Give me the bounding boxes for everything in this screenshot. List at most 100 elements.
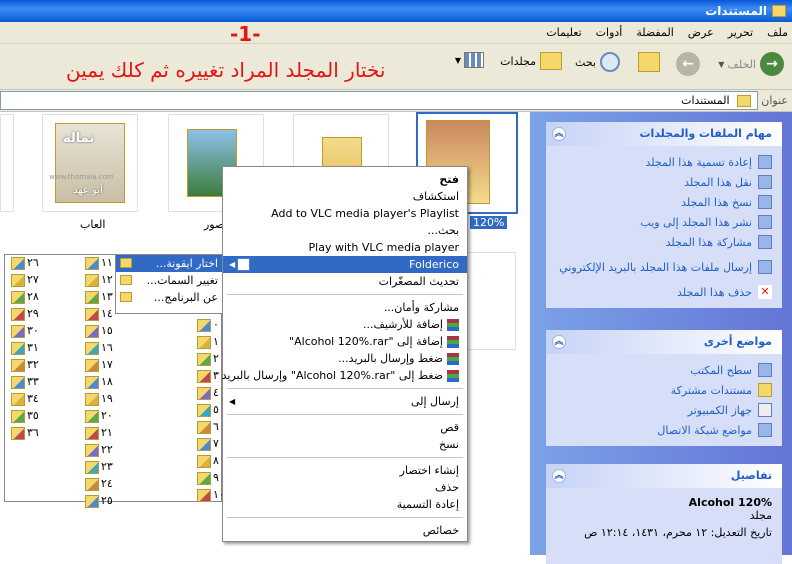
task-publish-web[interactable]: نشر هذا المجلد إلى ويب (554, 212, 772, 232)
collapse-icon: ︽ (552, 127, 566, 141)
menu-vlc-play[interactable]: Play with VLC media player (223, 239, 467, 256)
panel-header[interactable]: مواضع أخرى ︽ (546, 330, 782, 354)
label: إضافة إلى "Alcohol 120%.rar" (289, 335, 443, 348)
label: ضغط وإرسال بالبريد... (338, 352, 443, 365)
menu-sharing[interactable]: مشاركة وأمان... (223, 299, 467, 316)
watermark-site: www.thomala.com (49, 173, 114, 181)
submenu-change-theme[interactable]: تغيير السمات... (116, 272, 222, 289)
grid-icon-cell[interactable]: ٢٧ (9, 272, 45, 289)
grid-icon-cell[interactable]: ١٣ (83, 289, 119, 306)
menu-copy[interactable]: نسخ (223, 436, 467, 453)
menu-folderico[interactable]: Folderico ◀ (223, 256, 467, 273)
grid-icon-cell[interactable]: ٢٢ (83, 442, 119, 459)
grid-icon-cell[interactable]: ١٨ (83, 374, 119, 391)
menu-open[interactable]: فتح (223, 171, 467, 188)
grid-icon-cell[interactable]: ٣٦ (9, 425, 45, 442)
menu-help[interactable]: تعليمات (546, 26, 581, 39)
menu-add-archive[interactable]: إضافة للأرشيف... (223, 316, 467, 333)
menu-favorites[interactable]: المفضلة (636, 26, 673, 39)
delete-icon: ✕ (758, 285, 772, 299)
grid-icon-cell[interactable]: ٢١ (83, 425, 119, 442)
menu-add-rar[interactable]: إضافة إلى "Alcohol 120%.rar" (223, 333, 467, 350)
grid-icon-number: ١٥ (101, 324, 113, 337)
label: مستندات مشتركة (670, 383, 752, 397)
grid-icon-number: ٢١ (101, 426, 113, 439)
panel-header[interactable]: تفاصيل ︽ (546, 464, 782, 488)
grid-icon-cell[interactable]: ٣٤ (9, 391, 45, 408)
task-rename-folder[interactable]: إعادة تسمية هذا المجلد (554, 152, 772, 172)
menu-create-shortcut[interactable]: إنشاء اختصار (223, 462, 467, 479)
menu-properties[interactable]: خصائص (223, 522, 467, 539)
menu-compress-email[interactable]: ضغط وإرسال بالبريد... (223, 350, 467, 367)
grid-icon-cell[interactable]: ٣١ (9, 340, 45, 357)
menu-vlc-add[interactable]: Add to VLC media player's Playlist (223, 205, 467, 222)
place-shared-docs[interactable]: مستندات مشتركة (554, 380, 772, 400)
separator (227, 517, 463, 518)
folder-style-icon (11, 274, 25, 287)
folder-tile-games[interactable]: ثمالة www.thomala.com أبو عهد (42, 114, 138, 212)
folder-style-icon (85, 308, 99, 321)
grid-icon-cell[interactable]: ٣٥ (9, 408, 45, 425)
folder-tile-partial[interactable] (0, 114, 14, 212)
forward-button[interactable]: ← (676, 52, 700, 76)
menu-view[interactable]: عرض (688, 26, 714, 39)
menu-compress-rar-email[interactable]: ضغط إلى "Alcohol 120%.rar" وإرسال بالبري… (222, 367, 467, 384)
task-move-folder[interactable]: نقل هذا المجلد (554, 172, 772, 192)
menu-cut[interactable]: قص (223, 419, 467, 436)
grid-icon-cell[interactable]: ٢٤ (83, 476, 119, 493)
grid-icon-cell[interactable]: ٣٢ (9, 357, 45, 374)
panel-header[interactable]: مهام الملفات والمجلدات ︽ (546, 122, 782, 146)
grid-icon-cell[interactable]: ١١ (83, 255, 119, 272)
menu-rename[interactable]: إعادة التسمية (223, 496, 467, 513)
menu-tools[interactable]: أدوات (596, 26, 623, 39)
submenu-about[interactable]: عن البرنامج... (116, 289, 222, 306)
menu-search[interactable]: بحث... (223, 222, 467, 239)
grid-icon-cell[interactable]: ٢٥ (83, 493, 119, 510)
grid-icon-cell[interactable]: ١٧ (83, 357, 119, 374)
label: مشاركة هذا المجلد (665, 235, 752, 249)
menu-file[interactable]: ملف (767, 26, 788, 39)
grid-icon-number: ٣٦ (27, 426, 39, 439)
task-delete-folder[interactable]: ✕ حذف هذا المجلد (554, 282, 772, 302)
grid-icon-cell[interactable]: ٣٣ (9, 374, 45, 391)
grid-icon-cell[interactable]: ٢٨ (9, 289, 45, 306)
submenu-choose-icon[interactable]: اختار ايقونة... (116, 255, 222, 272)
menu-delete[interactable]: حذف (223, 479, 467, 496)
task-share-folder[interactable]: مشاركة هذا المجلد (554, 232, 772, 252)
folder-style-icon (85, 461, 99, 474)
grid-icon-cell[interactable]: ١٥ (83, 323, 119, 340)
grid-icon-cell[interactable]: ٢٩ (9, 306, 45, 323)
back-label: الخلف (727, 57, 756, 71)
views-button[interactable]: ▼ (455, 52, 484, 68)
place-my-computer[interactable]: جهاز الكمبيوتر (554, 400, 772, 420)
task-copy-folder[interactable]: نسخ هذا المجلد (554, 192, 772, 212)
up-folder-button[interactable] (638, 52, 660, 72)
menu-refresh-thumbs[interactable]: تحديث المصغّرات (223, 273, 467, 290)
folder-style-icon (85, 257, 99, 270)
place-network[interactable]: مواضع شبكة الاتصال (554, 420, 772, 440)
grid-icon-cell[interactable]: ١٤ (83, 306, 119, 323)
task-email-files[interactable]: إرسال ملفات هذا المجلد بالبريد الإلكترون… (554, 252, 772, 282)
grid-icon-number: ٢٩ (27, 307, 39, 320)
search-icon (600, 52, 620, 72)
grid-icon-cell[interactable]: ١٩ (83, 391, 119, 408)
menu-send-to[interactable]: إرسال إلى ◀ (223, 393, 467, 410)
folder-style-icon (85, 274, 99, 287)
back-arrow-icon: → (760, 52, 784, 76)
grid-icon-cell[interactable]: ٢٠ (83, 408, 119, 425)
place-desktop[interactable]: سطح المكتب (554, 360, 772, 380)
search-button[interactable]: بحث (575, 52, 620, 72)
folder-tile-partial-2[interactable] (466, 252, 516, 350)
grid-icon-cell[interactable]: ٢٣ (83, 459, 119, 476)
menu-explore[interactable]: استكشاف (223, 188, 467, 205)
grid-icon-cell[interactable]: ٣٠ (9, 323, 45, 340)
grid-icon-cell[interactable]: ١٢ (83, 272, 119, 289)
grid-icon-cell[interactable]: ١٦ (83, 340, 119, 357)
task-pane: مهام الملفات والمجلدات ︽ إعادة تسمية هذا … (530, 112, 792, 564)
menu-edit[interactable]: تحرير (728, 26, 753, 39)
folders-button[interactable]: مجلدات (500, 52, 562, 70)
back-button[interactable]: → الخلف ▼ (718, 52, 784, 76)
folder-icon (737, 95, 751, 107)
grid-icon-cell[interactable]: ٢٦ (9, 255, 45, 272)
address-input[interactable]: المستندات (0, 91, 758, 110)
